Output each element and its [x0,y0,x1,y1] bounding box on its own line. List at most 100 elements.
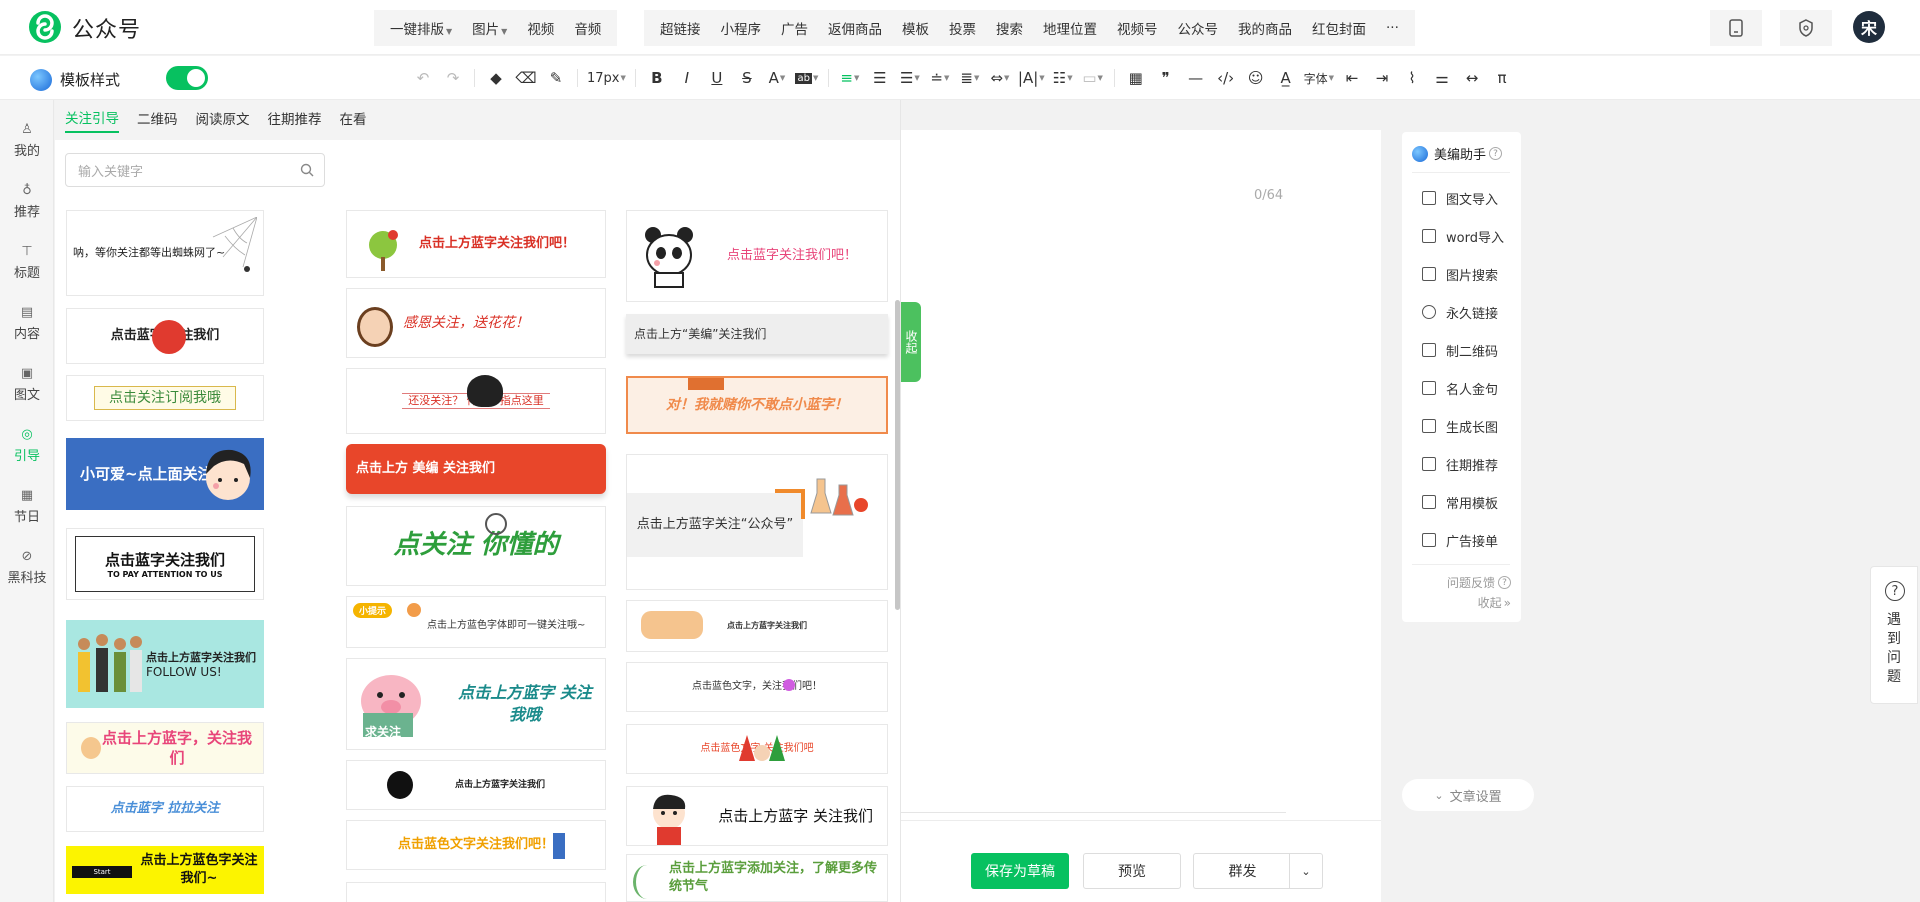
template-card[interactable]: 点击上方蓝字关注“公众号” [626,454,888,590]
template-card[interactable]: 点击上方蓝字关注我们 FOLLOW US! [66,620,264,708]
menu-official-account[interactable]: 公众号 [1168,18,1229,38]
formula-icon[interactable]: π [1487,63,1517,93]
search-icon[interactable] [300,163,314,177]
template-card[interactable]: 对！我就赌你不敢点小蓝字！ [626,376,888,434]
menu-miniprogram[interactable]: 小程序 [711,18,772,38]
template-card[interactable]: 点击上方蓝字关注我们 [346,760,606,810]
template-card[interactable]: 点击上方 美编 关注我们 [346,444,606,494]
feedback-link[interactable]: 问题反馈? [1447,574,1511,591]
mass-send-button[interactable]: 群发 [1193,853,1291,889]
assistant-collapse-link[interactable]: 收起» [1478,594,1511,611]
tab-read-original[interactable]: 阅读原文 [196,108,250,132]
assistant-item-image-search[interactable]: 图片搜索 [1422,263,1498,285]
template-card[interactable]: 点关注 你懂的 [346,506,606,586]
undo-icon[interactable]: ↶ [408,63,438,93]
assistant-item-word-import[interactable]: word导入 [1422,225,1504,247]
panel-collapse-button[interactable]: 收起 [901,302,921,382]
rail-item-guide[interactable]: ◎ 引导 [0,421,54,473]
template-card[interactable]: 点击上方蓝字添加关注，了解更多传统节气 [626,854,888,902]
font-size-select[interactable]: 17px ▼ [584,63,629,93]
indent-right-icon[interactable]: ⇥ [1367,63,1397,93]
mass-send-options-button[interactable]: ⌄ [1289,853,1323,889]
strikethrough-icon[interactable]: S [732,63,762,93]
underline-icon[interactable]: U [702,63,732,93]
assistant-item-past-recommend[interactable]: 往期推荐 [1422,453,1498,475]
menu-typeset[interactable]: 一键排版 ▼ [380,18,462,38]
assistant-item-common-templates[interactable]: 常用模板 [1422,491,1498,513]
template-card[interactable]: 感恩关注，送花花！ [346,288,606,358]
menu-vote[interactable]: 投票 [939,18,986,38]
app-logo-icon[interactable] [28,10,62,44]
user-avatar[interactable]: 宋 [1853,11,1885,43]
template-style-toggle[interactable] [166,66,208,90]
assistant-item-famous-quotes[interactable]: 名人金句 [1422,377,1498,399]
rail-item-festival[interactable]: ▦ 节日 [0,482,54,534]
rail-item-tech[interactable]: ⊘ 黑科技 [0,543,54,595]
assistant-item-ad-orders[interactable]: 广告接单 [1422,529,1498,551]
template-card[interactable]: 呐，等你关注都等出蜘蛛网了~ [66,210,264,296]
template-card[interactable]: 点击蓝色文字，关注我们吧！ [626,662,888,712]
font-select[interactable]: 字体 ▼ [1301,63,1337,93]
save-draft-button[interactable]: 保存为草稿 [971,853,1069,889]
template-card[interactable]: 点击蓝字 关注我们 [66,308,264,364]
menu-video[interactable]: 视频 [517,18,564,38]
list-icon[interactable]: ☷ ▼ [1048,63,1078,93]
tab-wow[interactable]: 在看 [340,108,367,132]
template-card[interactable] [346,882,606,902]
italic-icon[interactable]: I [672,63,702,93]
tab-past-recommend[interactable]: 往期推荐 [268,108,322,132]
quote-icon[interactable]: ❞ [1151,63,1181,93]
bold-icon[interactable]: B [642,63,672,93]
background-color-icon[interactable]: ab ▼ [792,63,822,93]
template-card[interactable]: 点击蓝字关注我们吧！ [626,210,888,302]
menu-ad[interactable]: 广告 [771,18,818,38]
format-painter-icon[interactable]: ◆ [481,63,511,93]
table-icon[interactable]: ▦ [1121,63,1151,93]
menu-search[interactable]: 搜索 [986,18,1033,38]
template-card[interactable]: 还没关注？ 伸出中指点这里 [346,368,606,434]
template-card[interactable]: 点击上方蓝字，关注我们 [66,722,264,774]
redo-icon[interactable]: ↷ [438,63,468,93]
template-card[interactable]: 求关注 点击上方蓝字 关注我哦 [346,658,606,750]
mobile-preview-button[interactable] [1710,10,1762,46]
template-card[interactable]: 点击蓝字关注我们 TO PAY ATTENTION TO US [66,528,264,600]
template-card[interactable]: 点击蓝色文字关注我们吧！ [346,820,606,870]
menu-template[interactable]: 模板 [892,18,939,38]
indent-icon[interactable]: ☰ [865,63,895,93]
assistant-item-long-image[interactable]: 生成长图 [1422,415,1498,437]
menu-my-goods[interactable]: 我的商品 [1228,18,1302,38]
text-indent-icon[interactable]: ☰ ▼ [895,63,925,93]
text-direction-icon[interactable]: |A| ▼ [1015,63,1048,93]
rail-item-title[interactable]: ⊤ 标题 [0,238,54,290]
template-card[interactable]: 点击蓝字 拉拉关注 [66,786,264,832]
template-card[interactable]: Start 点击上方蓝色字关注我们~ [66,846,264,894]
adjust-icon[interactable]: ⚌ [1427,63,1457,93]
menu-audio[interactable]: 音频 [564,18,611,38]
menu-hyperlink[interactable]: 超链接 [650,18,711,38]
align-icon[interactable]: ≡ ▼ [835,63,865,93]
rail-item-image-text[interactable]: ▣ 图文 [0,360,54,412]
code-icon[interactable]: ‹/› [1211,63,1241,93]
menu-channels[interactable]: 视频号 [1107,18,1168,38]
line-height-icon[interactable]: ≣ ▼ [955,63,985,93]
template-card[interactable]: 点击上方“美编”关注我们 [626,314,888,354]
template-card[interactable]: 点击蓝色文字 关注我们吧 [626,724,888,774]
template-card[interactable]: 小可爱~点上面关注我 [66,438,264,510]
security-button[interactable] [1780,10,1832,46]
clear-format-icon[interactable]: ⌫ [511,63,541,93]
emoji-icon[interactable]: ☺ [1241,63,1271,93]
tab-follow-guide[interactable]: 关注引导 [65,107,119,133]
template-card[interactable]: 小提示 点击上方蓝色字体即可一键关注哦~ [346,596,606,648]
assistant-item-permalink[interactable]: 永久链接 [1422,301,1498,323]
expand-icon[interactable]: ↔ [1457,63,1487,93]
preview-button[interactable]: 预览 [1083,853,1181,889]
font-color-icon[interactable]: A ▼ [762,63,792,93]
chart-icon[interactable]: ⌇ [1397,63,1427,93]
horizontal-rule-icon[interactable]: — [1181,63,1211,93]
menu-image[interactable]: 图片 ▼ [462,18,517,38]
menu-rebate-goods[interactable]: 返佣商品 [818,18,892,38]
letter-spacing-icon[interactable]: ⇔ ▼ [985,63,1015,93]
assistant-item-qrcode[interactable]: 制二维码 [1422,339,1498,361]
assistant-item-article-import[interactable]: 图文导入 [1422,187,1498,209]
help-float-button[interactable]: ? 遇到问题 [1870,566,1918,704]
